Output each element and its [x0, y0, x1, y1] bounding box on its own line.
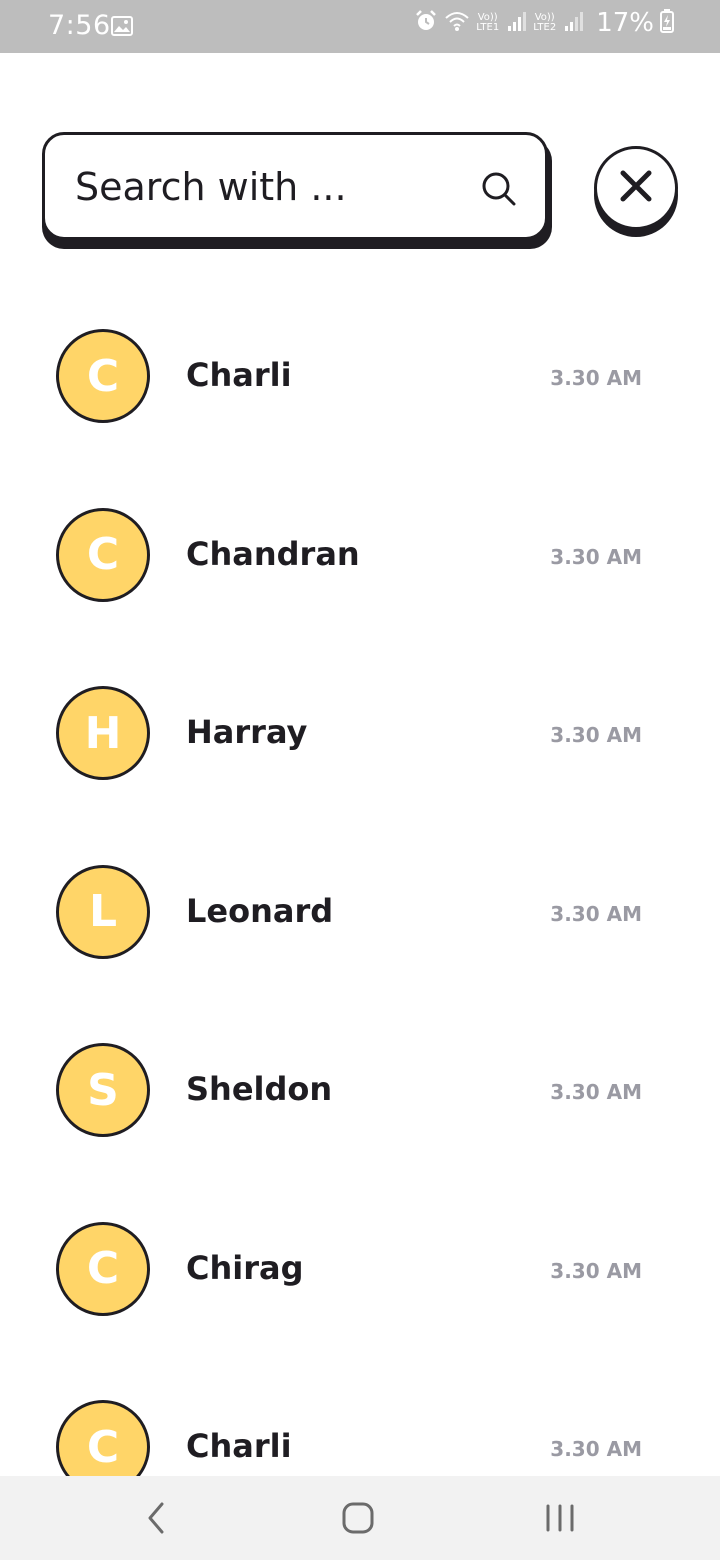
signal-icon	[507, 10, 527, 36]
search-icon[interactable]	[481, 171, 517, 211]
search-box[interactable]	[42, 132, 548, 240]
list-item[interactable]: C Charli 3.30 AM	[0, 1361, 720, 1476]
recents-icon[interactable]	[544, 1500, 576, 1540]
close-button[interactable]	[594, 146, 678, 230]
list-item[interactable]: C Chirag 3.30 AM	[0, 1183, 720, 1362]
contact-time: 3.30 AM	[550, 366, 642, 390]
avatar: S	[56, 1043, 150, 1137]
contact-time: 3.30 AM	[550, 1437, 642, 1461]
status-time: 7:56	[48, 10, 111, 41]
home-icon[interactable]	[340, 1500, 376, 1540]
lte2-label: LTE2	[533, 22, 557, 33]
avatar: C	[56, 507, 150, 602]
list-item[interactable]: S Sheldon 3.30 AM	[0, 1004, 720, 1183]
battery-charging-icon	[660, 9, 674, 37]
status-indicators: Vo)) LTE1 Vo)) LTE2 17%	[414, 8, 674, 38]
navigation-bar	[0, 1476, 720, 1560]
avatar: H	[56, 686, 150, 780]
list-item[interactable]: L Leonard 3.30 AM	[0, 826, 720, 1005]
lte1-label: LTE1	[476, 22, 500, 33]
search-input[interactable]	[75, 162, 465, 212]
contact-name: Chirag	[186, 1248, 304, 1287]
gallery-icon	[111, 16, 133, 40]
contact-list: C Charli 3.30 AM C Chandran 3.30 AM H Ha…	[0, 290, 720, 1476]
battery-percentage: 17%	[596, 8, 654, 38]
lte1-indicator: Vo)) LTE1	[476, 13, 499, 33]
signal-icon-2	[564, 10, 584, 36]
contact-name: Sheldon	[186, 1070, 333, 1108]
contact-name: Charli	[186, 356, 292, 394]
contact-time: 3.30 AM	[550, 544, 642, 569]
list-item[interactable]: C Charli 3.30 AM	[0, 290, 720, 469]
contact-name: Harray	[186, 713, 308, 751]
contact-time: 3.30 AM	[550, 1080, 642, 1104]
avatar: C	[56, 1221, 150, 1316]
contact-name: Chandran	[186, 534, 360, 573]
contact-name: Leonard	[186, 891, 334, 930]
list-item[interactable]: C Chandran 3.30 AM	[0, 469, 720, 648]
lte2-indicator: Vo)) LTE2	[533, 13, 556, 33]
avatar: C	[56, 329, 150, 423]
contact-time: 3.30 AM	[550, 723, 642, 747]
contact-name: Charli	[186, 1427, 292, 1465]
wifi-icon	[444, 10, 470, 36]
avatar: C	[56, 1400, 150, 1476]
avatar: L	[56, 864, 150, 959]
list-item[interactable]: H Harray 3.30 AM	[0, 647, 720, 826]
contact-time: 3.30 AM	[550, 1258, 642, 1283]
close-icon	[618, 168, 654, 208]
back-icon[interactable]	[142, 1498, 170, 1542]
alarm-icon	[414, 9, 438, 37]
contact-time: 3.30 AM	[550, 901, 642, 926]
status-bar: 7:56 Vo)) LTE1 Vo)) LTE2 17%	[0, 0, 720, 53]
